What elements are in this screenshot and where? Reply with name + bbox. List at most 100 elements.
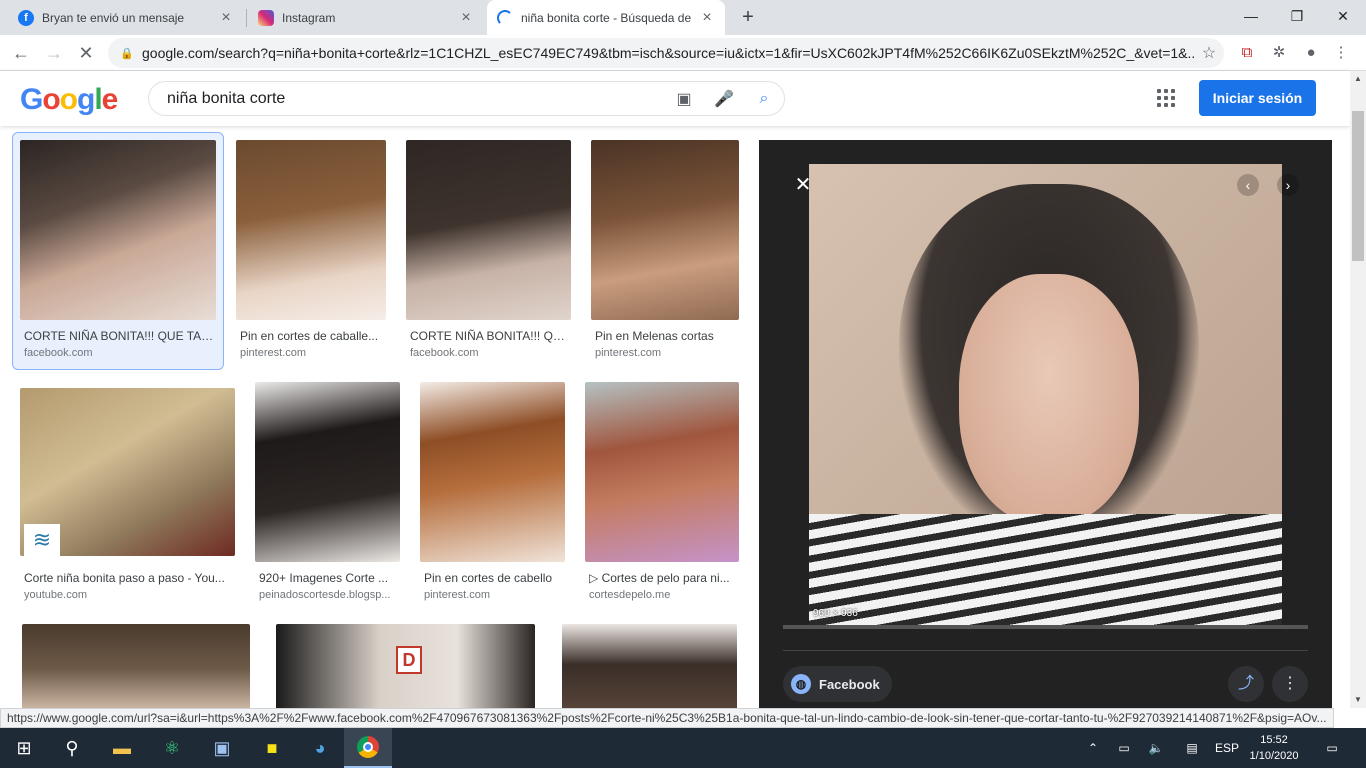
tab-title: Bryan te envió un mensaje bbox=[42, 10, 185, 25]
result-source: pinterest.com bbox=[595, 347, 662, 359]
tab-google-search[interactable]: niña bonita corte - Búsqueda de × bbox=[487, 0, 725, 35]
chrome-icon[interactable] bbox=[344, 728, 392, 768]
sign-in-button[interactable]: Iniciar sesión bbox=[1199, 80, 1316, 116]
result-caption[interactable]: Corte niña bonita paso a paso - You... bbox=[24, 571, 234, 585]
result-source: pinterest.com bbox=[424, 589, 491, 601]
preview-image[interactable] bbox=[809, 164, 1282, 625]
minimize-button[interactable]: — bbox=[1228, 0, 1274, 32]
face-shape bbox=[959, 274, 1139, 524]
windows-start-icon[interactable]: ⊞ bbox=[0, 728, 48, 768]
image-results: CORTE NIÑA BONITA!!! QUE TAL... facebook… bbox=[0, 126, 750, 708]
result-thumbnail[interactable] bbox=[591, 140, 739, 320]
stop-loading-icon[interactable]: ✕ bbox=[74, 41, 98, 65]
loading-icon bbox=[497, 9, 513, 26]
app-atom-icon[interactable]: ⚛ bbox=[148, 728, 196, 768]
extensions-icon[interactable]: ✲ bbox=[1268, 42, 1290, 64]
windows-taskbar: ⊞ ⚲ ▬ ⚛ ▣ ■ ◕ ⌃ ▭ 🔈 ▤ ESP 15:52 1/10/202… bbox=[0, 728, 1366, 768]
close-window-button[interactable]: ✕ bbox=[1320, 0, 1366, 32]
result-thumbnail[interactable] bbox=[20, 140, 216, 320]
tab-title: niña bonita corte - Búsqueda de bbox=[521, 10, 692, 25]
language-indicator[interactable]: ESP bbox=[1212, 728, 1242, 768]
file-explorer-icon[interactable]: ▬ bbox=[98, 728, 146, 768]
result-caption[interactable]: CORTE NIÑA BONITA!!! QU... bbox=[410, 329, 570, 343]
new-tab-button[interactable]: + bbox=[737, 6, 759, 28]
visit-source-button[interactable]: ◍ Facebook bbox=[783, 666, 892, 702]
next-image-icon[interactable]: › bbox=[1277, 174, 1299, 196]
apps-grid-icon[interactable] bbox=[1157, 89, 1175, 107]
tab-title: Instagram bbox=[282, 10, 336, 25]
striped-top-shape bbox=[809, 514, 1282, 625]
scroll-up-icon[interactable]: ▲ bbox=[1350, 71, 1366, 87]
facebook-icon: f bbox=[18, 9, 34, 26]
volume-icon[interactable]: 🔈 bbox=[1144, 728, 1168, 768]
google-header: Google niña bonita corte ▣ 🎤 ⌕ Iniciar s… bbox=[0, 71, 1350, 126]
globe-app-icon[interactable]: ◕ bbox=[296, 728, 344, 768]
result-caption[interactable]: CORTE NIÑA BONITA!!! QUE TAL... bbox=[24, 329, 216, 343]
image-dimensions: 960 × 936 bbox=[813, 608, 858, 619]
profile-icon[interactable]: ● bbox=[1300, 42, 1322, 64]
instagram-icon bbox=[258, 9, 274, 26]
result-thumbnail[interactable] bbox=[562, 624, 737, 708]
close-tab-icon[interactable]: × bbox=[218, 9, 234, 26]
forward-icon[interactable]: → bbox=[42, 41, 66, 65]
computer-icon[interactable]: ▣ bbox=[198, 728, 246, 768]
result-source: peinadoscortesde.blogsp... bbox=[259, 589, 391, 601]
search-icon[interactable]: ⌕ bbox=[744, 90, 784, 108]
tab-strip: f Bryan te envió un mensaje × Instagram … bbox=[0, 0, 1366, 35]
result-thumbnail[interactable] bbox=[420, 382, 565, 562]
result-caption[interactable]: Pin en cortes de cabello bbox=[424, 571, 564, 585]
result-source: youtube.com bbox=[24, 589, 87, 601]
result-thumbnail[interactable] bbox=[406, 140, 571, 320]
globe-icon: ◍ bbox=[791, 674, 811, 694]
restore-button[interactable]: ❐ bbox=[1274, 0, 1320, 32]
show-hidden-icons[interactable]: ⌃ bbox=[1082, 728, 1104, 768]
result-thumbnail[interactable] bbox=[585, 382, 739, 562]
menu-icon[interactable]: ⋮ bbox=[1330, 42, 1352, 64]
tab-facebook[interactable]: f Bryan te envió un mensaje × bbox=[8, 0, 244, 35]
system-clock[interactable]: 15:52 1/10/2020 bbox=[1244, 732, 1304, 764]
google-logo[interactable]: Google bbox=[20, 83, 118, 117]
channel-logo-icon: ≋ bbox=[24, 524, 60, 556]
search-box[interactable]: niña bonita corte ▣ 🎤 ⌕ bbox=[148, 81, 785, 116]
divider bbox=[783, 650, 1308, 651]
tab-instagram[interactable]: Instagram × bbox=[248, 0, 484, 35]
pdf-extension-icon[interactable]: ⧉ bbox=[1236, 42, 1258, 64]
result-thumbnail[interactable] bbox=[22, 624, 250, 708]
notifications-icon[interactable]: ▭ bbox=[1320, 728, 1344, 768]
preview-scroll-track bbox=[783, 625, 1308, 629]
tab-divider bbox=[246, 9, 247, 27]
share-icon[interactable]: ⤴ bbox=[1228, 666, 1264, 702]
previous-image-icon[interactable]: ‹ bbox=[1237, 174, 1259, 196]
camera-icon[interactable]: ▣ bbox=[664, 89, 704, 109]
result-thumbnail[interactable] bbox=[255, 382, 400, 562]
bookmark-star-icon[interactable]: ☆ bbox=[1194, 43, 1224, 63]
url-text: google.com/search?q=niña+bonita+corte&rl… bbox=[142, 45, 1194, 61]
browser-toolbar: ← → ✕ 🔒 google.com/search?q=niña+bonita+… bbox=[0, 35, 1366, 71]
close-tab-icon[interactable]: × bbox=[458, 9, 474, 26]
image-preview-panel: ✕ ‹ › 960 × 936 ◍ Facebook ⤴ ⋮ bbox=[759, 140, 1332, 710]
microphone-icon[interactable]: 🎤 bbox=[704, 89, 744, 109]
more-options-icon[interactable]: ⋮ bbox=[1272, 666, 1308, 702]
result-caption[interactable]: ▷ Cortes de pelo para ni... bbox=[589, 571, 739, 585]
result-caption[interactable]: Pin en Melenas cortas bbox=[595, 329, 739, 343]
page-scrollbar[interactable]: ▲ ▼ bbox=[1350, 71, 1366, 708]
address-bar[interactable]: 🔒 google.com/search?q=niña+bonita+corte&… bbox=[108, 38, 1224, 68]
letter-sign-icon: D bbox=[396, 646, 422, 674]
sticky-notes-icon[interactable]: ■ bbox=[248, 728, 296, 768]
lock-icon: 🔒 bbox=[120, 47, 134, 60]
battery-icon[interactable]: ▭ bbox=[1112, 728, 1136, 768]
search-icon[interactable]: ⚲ bbox=[48, 728, 96, 768]
clock-date: 1/10/2020 bbox=[1249, 750, 1299, 762]
source-name: Facebook bbox=[819, 676, 880, 692]
result-caption[interactable]: 920+ Imagenes Corte ... bbox=[259, 571, 399, 585]
result-thumbnail[interactable] bbox=[236, 140, 386, 320]
scroll-down-icon[interactable]: ▼ bbox=[1350, 692, 1366, 708]
close-preview-icon[interactable]: ✕ bbox=[792, 174, 814, 196]
result-caption[interactable]: Pin en cortes de caballe... bbox=[240, 329, 390, 343]
result-source: cortesdepelo.me bbox=[589, 589, 671, 601]
network-icon[interactable]: ▤ bbox=[1180, 728, 1204, 768]
search-input[interactable]: niña bonita corte bbox=[167, 90, 664, 108]
back-icon[interactable]: ← bbox=[9, 41, 33, 65]
close-tab-icon[interactable]: × bbox=[699, 9, 715, 26]
scrollbar-thumb[interactable] bbox=[1352, 111, 1364, 261]
